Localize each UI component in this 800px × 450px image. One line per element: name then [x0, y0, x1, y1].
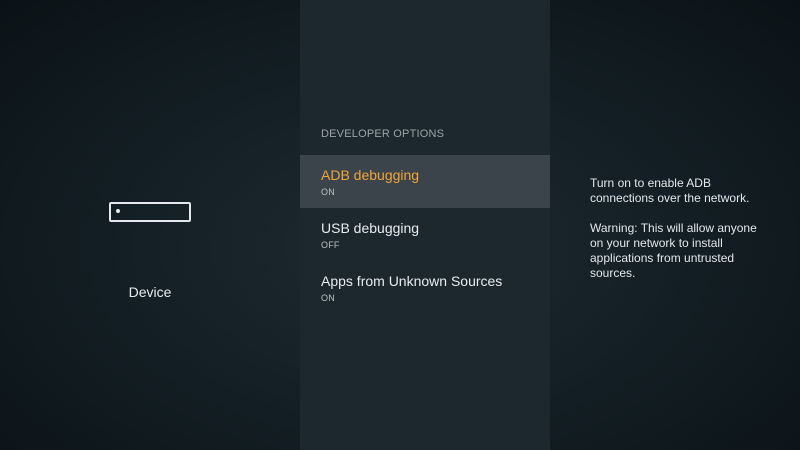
menu-item-title: Apps from Unknown Sources — [321, 273, 503, 289]
menu-item-title: USB debugging — [321, 220, 420, 236]
menu-item-adb-debugging[interactable]: ADB debugging ON — [300, 155, 550, 208]
menu-item-title: ADB debugging — [321, 167, 420, 183]
menu-item-status: OFF — [321, 240, 340, 250]
fire-tv-stick-icon — [109, 202, 191, 222]
section-title: DEVELOPER OPTIONS — [321, 128, 445, 140]
developer-options-panel: DEVELOPER OPTIONS ADB debugging ON USB d… — [300, 0, 550, 450]
category-label: Device — [128, 284, 172, 300]
option-description: Turn on to enable ADB connections over t… — [590, 176, 770, 296]
fire-tv-settings-screen: Device DEVELOPER OPTIONS ADB debugging O… — [0, 0, 800, 450]
description-text: Turn on to enable ADB connections over t… — [590, 176, 750, 205]
warning-text: Warning: This will allow anyone on your … — [590, 221, 757, 280]
developer-options-menu: ADB debugging ON USB debugging OFF Apps … — [300, 155, 550, 314]
menu-item-unknown-sources[interactable]: Apps from Unknown Sources ON — [300, 261, 550, 314]
menu-item-status: ON — [321, 187, 335, 197]
menu-item-status: ON — [321, 293, 335, 303]
menu-item-usb-debugging[interactable]: USB debugging OFF — [300, 208, 550, 261]
category-panel: Device — [0, 0, 300, 450]
device-led-icon — [116, 209, 120, 213]
description-panel: Turn on to enable ADB connections over t… — [550, 0, 800, 450]
